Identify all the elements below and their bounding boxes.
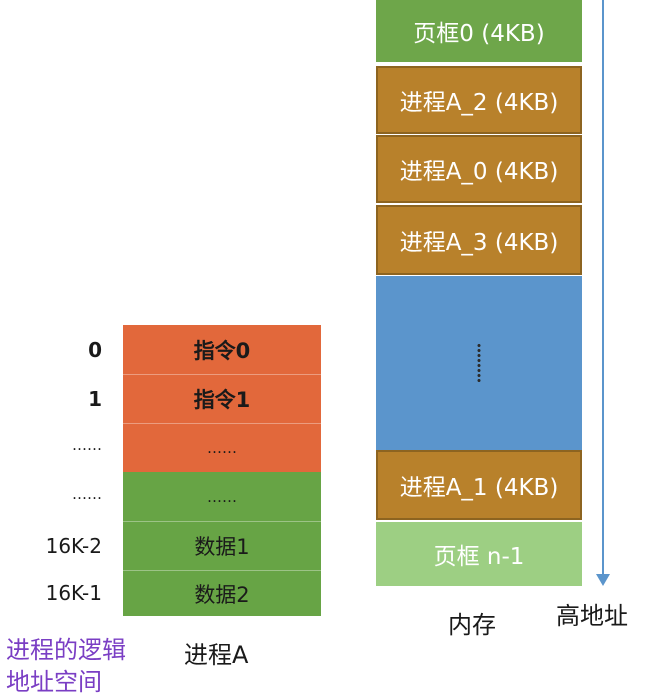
process-a3-frame: 进程A_3 (4KB): [376, 205, 582, 275]
high-address-label: 高地址: [556, 602, 628, 630]
process-a0-label: 进程A_0 (4KB): [399, 159, 559, 185]
arrow-down-icon: [596, 574, 610, 586]
row-address-ellipsis-1: ……: [72, 436, 102, 454]
row-address-1: 1: [88, 387, 102, 411]
process-a2-label: 进程A_2 (4KB): [399, 90, 559, 116]
row-address-0: 0: [88, 338, 102, 362]
memory-gap: [376, 276, 582, 450]
process-a1-label: 进程A_1 (4KB): [399, 475, 559, 501]
cell-instruction-1: 指令1: [123, 374, 321, 423]
cell-instruction-ellipsis: ……: [123, 423, 321, 472]
page-frame-0-label: 页框0 (4KB): [413, 21, 545, 47]
row-address-16k-2: 16K-2: [45, 534, 102, 558]
logical-address-space-caption-line1: 进程的逻辑: [6, 636, 126, 664]
row-address-ellipsis-2: ……: [72, 485, 102, 503]
vertical-ellipsis-icon: [477, 343, 481, 383]
page-frame-n-1-label: 页框 n-1: [433, 544, 525, 570]
process-a0-frame: 进程A_0 (4KB): [376, 135, 582, 203]
memory-caption: 内存: [448, 611, 496, 639]
memory-column: 页框0 (4KB) 进程A_2 (4KB) 进程A_0 (4KB) 进程A_3 …: [376, 0, 582, 586]
process-a3-label: 进程A_3 (4KB): [399, 230, 559, 256]
cell-instruction-0: 指令0: [123, 325, 321, 374]
cell-data-ellipsis: ……: [123, 472, 321, 521]
process-a-caption: 进程A: [184, 641, 249, 669]
cell-data-2: 数据2: [123, 570, 321, 616]
cell-instruction-ellipsis-text: ……: [207, 439, 237, 457]
address-arrow-line: [602, 0, 604, 578]
row-address-16k-1: 16K-1: [45, 581, 102, 605]
cell-instruction-0-text: 指令0: [193, 338, 251, 363]
cell-data-2-text: 数据2: [194, 582, 250, 607]
cell-instruction-1-text: 指令1: [193, 388, 251, 412]
process-a1-frame: 进程A_1 (4KB): [376, 450, 582, 520]
cell-data-1-text: 数据1: [194, 535, 250, 559]
process-a-address-space: 指令0 指令1 …… …… 数据1 数据2: [123, 325, 321, 616]
page-frame-0: 页框0 (4KB): [376, 0, 582, 62]
cell-data-1: 数据1: [123, 521, 321, 570]
page-frame-n-1: 页框 n-1: [376, 522, 582, 586]
cell-data-ellipsis-text: ……: [207, 487, 237, 506]
process-a2-frame: 进程A_2 (4KB): [376, 66, 582, 134]
logical-address-space-caption-line2: 地址空间: [6, 668, 102, 696]
